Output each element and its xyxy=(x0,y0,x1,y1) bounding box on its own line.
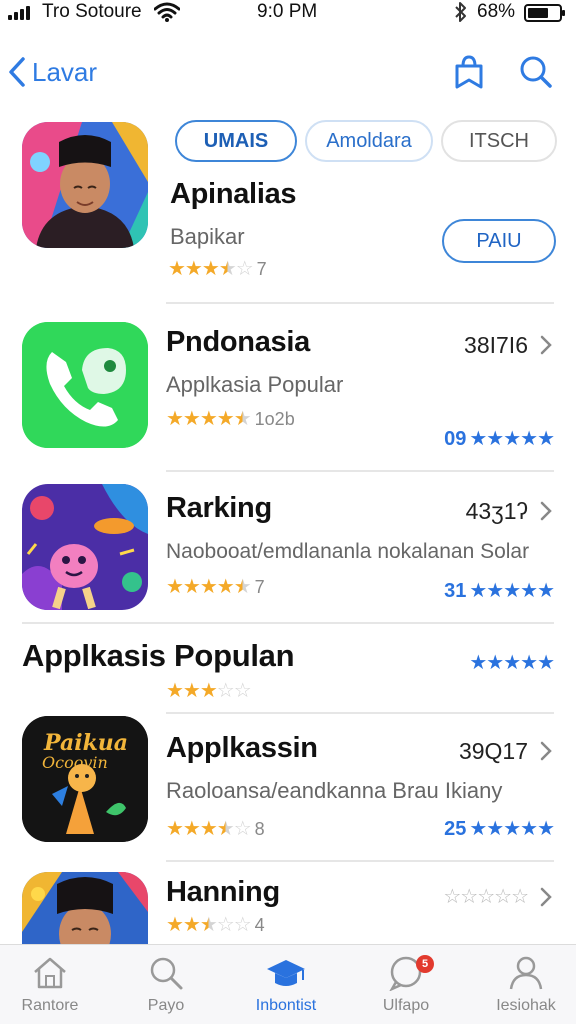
app-rating: ★★★★★ 7 xyxy=(166,576,265,598)
section-rating: ★★★☆☆ xyxy=(166,680,252,702)
signal-icon xyxy=(8,6,34,20)
app-subtitle: Raoloansa/eandkanna Brau Ikiany xyxy=(166,778,503,803)
rating-count: 7 xyxy=(254,577,265,597)
battery-percent: 68% xyxy=(477,1,516,22)
tab-iesiohak[interactable]: Iesiohak xyxy=(476,953,576,1023)
app-title: Pndonasia xyxy=(166,326,310,358)
chevron-right-icon[interactable] xyxy=(538,334,554,356)
app-number: 43ʒ1ʔ xyxy=(465,498,528,524)
back-button[interactable]: Lavar xyxy=(8,52,97,92)
app-rating: ★★★★☆ 8 xyxy=(166,818,265,840)
tab-label: Rantore xyxy=(21,997,79,1014)
app-blue-rating: 09 ★★★★★ xyxy=(444,428,555,450)
tab-inbontist[interactable]: Inbontist xyxy=(236,953,336,1023)
app-blue-rating: 31 ★★★★★ xyxy=(444,580,555,602)
blue-rating-value: 25 xyxy=(444,818,467,840)
divider xyxy=(166,860,554,862)
rating-count: 8 xyxy=(254,819,265,839)
tab-amoldara[interactable]: Amoldara xyxy=(305,120,433,162)
app-icon-dark: Paikua Ocoovin xyxy=(22,716,148,842)
app-blue-rating: 25 ★★★★★ xyxy=(444,818,555,840)
app-subtitle: Naobooat/emdlananla nokalanan Solar xyxy=(166,540,530,563)
chevron-right-icon[interactable] xyxy=(538,500,554,522)
person-icon xyxy=(509,956,543,990)
tab-payo[interactable]: Payo xyxy=(116,953,216,1023)
app-number: 38I7I6 xyxy=(464,332,528,358)
tab-label: Payo xyxy=(147,997,185,1014)
divider xyxy=(166,302,554,304)
notification-badge: 5 xyxy=(416,955,434,973)
nav-bar: Lavar xyxy=(0,44,576,104)
featured-app-row[interactable]: UMAIS Amoldara ITSCH Apinalias Bapikar ★… xyxy=(0,120,576,280)
app-subtitle: Applkasia Popular xyxy=(166,372,344,397)
section-title: Applkasis Populan xyxy=(22,638,295,673)
search-icon xyxy=(520,56,552,88)
graduation-cap-icon xyxy=(267,960,305,986)
back-label: Lavar xyxy=(32,56,98,87)
tab-label: Ulfapo xyxy=(382,997,430,1014)
bluetooth-icon xyxy=(453,1,469,29)
carrier-text: Tro Sotoure xyxy=(42,1,142,22)
tab-umais[interactable]: UMAIS xyxy=(175,120,297,162)
tab-label: Inbontist xyxy=(255,997,317,1014)
wifi-icon xyxy=(153,2,181,28)
app-rating: ★★★★★ 1o2b xyxy=(166,408,295,430)
app-title: Applkassin xyxy=(166,732,318,764)
section-blue-rating: ★★★★★ xyxy=(469,652,555,674)
tab-bar: Rantore Payo Inbontist 5 Ulfapo Iesiohak xyxy=(0,944,576,1024)
search-icon xyxy=(150,957,183,990)
app-number: 39Q17 xyxy=(458,738,528,764)
list-item[interactable]: Rarking Naobooat/emdlananla nokalanan So… xyxy=(0,484,576,624)
app-icon-portrait xyxy=(22,122,148,248)
home-icon xyxy=(34,957,66,989)
chevron-left-icon xyxy=(9,57,25,87)
search-button[interactable] xyxy=(516,50,556,94)
app-outline-rating: ☆☆☆☆☆ xyxy=(443,886,529,908)
app-rating: ★★★☆☆ 4 xyxy=(166,914,265,936)
shopping-bag-icon xyxy=(455,55,483,89)
get-button[interactable]: PAIU xyxy=(442,219,556,263)
tab-label: Iesiohak xyxy=(496,997,556,1014)
app-title: Rarking xyxy=(166,492,272,524)
divider xyxy=(166,470,554,472)
tab-ulfapo[interactable]: 5 Ulfapo xyxy=(356,953,456,1023)
rating-count: 4 xyxy=(254,915,265,935)
blue-rating-value: 09 xyxy=(444,428,467,450)
app-icon-portrait xyxy=(22,872,148,944)
app-icon-cartoon xyxy=(22,484,148,610)
featured-app-title: Apinalias xyxy=(170,178,297,210)
list-item[interactable]: Paikua Ocoovin Applkassin Raoloansa/eand… xyxy=(0,716,576,856)
featured-rating: ★★★★☆ 7 xyxy=(168,258,267,280)
app-store-screen: Tro Sotoure 9:0 PM 68% Lavar UMAIS Amold… xyxy=(0,0,576,1024)
featured-app-subtitle: Bapikar xyxy=(170,224,245,249)
chevron-right-icon[interactable] xyxy=(538,740,554,762)
app-icon-phone xyxy=(22,322,148,448)
divider xyxy=(166,712,554,714)
tab-rantore[interactable]: Rantore xyxy=(0,953,100,1023)
list-item[interactable]: Pndonasia Applkasia Popular ★★★★★ 1o2b 38… xyxy=(0,320,576,460)
rating-count: 1o2b xyxy=(254,409,295,429)
tab-itsch[interactable]: ITSCH xyxy=(441,120,557,162)
status-bar: Tro Sotoure 9:0 PM 68% xyxy=(0,0,576,28)
section-header: Applkasis Populan ★★★☆☆ ★★★★★ xyxy=(0,636,576,706)
battery-icon xyxy=(524,4,565,22)
shopping-bag-button[interactable] xyxy=(449,50,489,94)
rating-count: 7 xyxy=(256,259,267,279)
blue-rating-value: 31 xyxy=(444,580,467,602)
time-text: 9:0 PM xyxy=(257,1,318,22)
app-title: Hanning xyxy=(166,876,280,908)
divider xyxy=(22,622,554,624)
list-item[interactable]: Hanning ★★★☆☆ 4 ☆☆☆☆☆ xyxy=(0,872,576,944)
chevron-right-icon[interactable] xyxy=(538,886,554,908)
